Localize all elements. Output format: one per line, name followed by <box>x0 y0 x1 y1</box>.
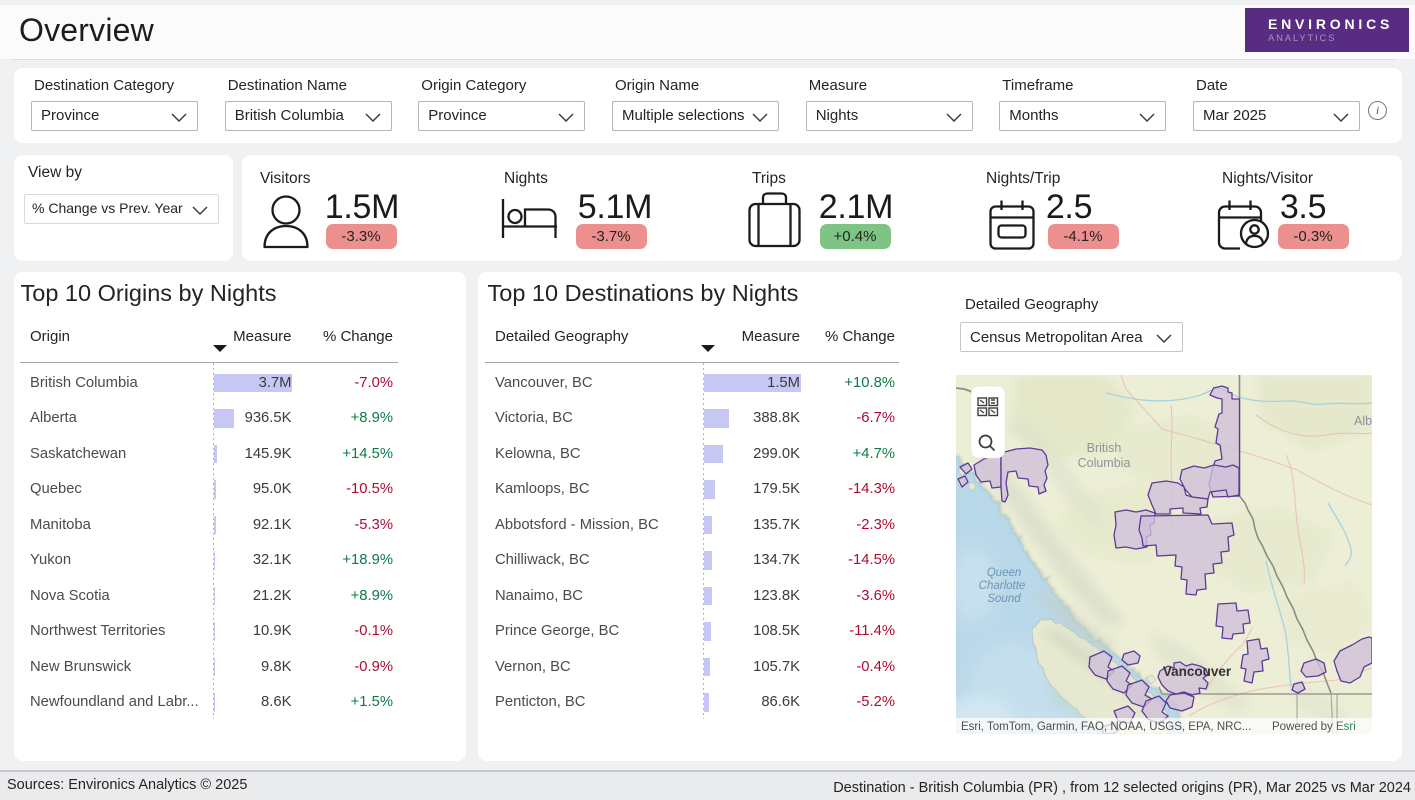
svg-text:British: British <box>1087 441 1122 455</box>
svg-text:Esri, TomTom, Garmin, FAO, NOA: Esri, TomTom, Garmin, FAO, NOAA, USGS, E… <box>961 721 1251 733</box>
svg-text:Charlotte: Charlotte <box>979 580 1026 592</box>
svg-text:Queen: Queen <box>987 567 1022 579</box>
svg-text:Columbia: Columbia <box>1078 456 1131 470</box>
svg-text:Alb: Alb <box>1354 414 1372 428</box>
svg-text:Vancouver: Vancouver <box>1163 664 1232 679</box>
svg-text:Powered by Esri: Powered by Esri <box>1272 721 1356 733</box>
svg-text:Sound: Sound <box>987 593 1021 605</box>
